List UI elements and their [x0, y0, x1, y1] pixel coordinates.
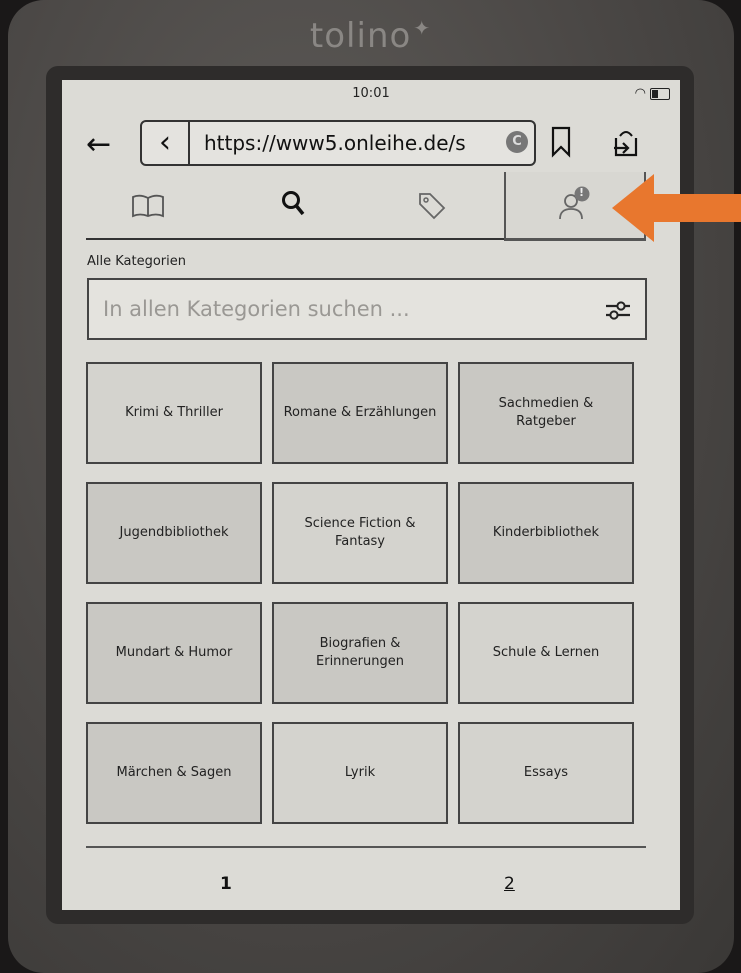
- page-1-link[interactable]: 1: [220, 874, 232, 894]
- category-tile[interactable]: Lyrik: [272, 722, 448, 824]
- search-icon: [282, 191, 305, 216]
- filter-icon[interactable]: [605, 298, 631, 322]
- page-2-link[interactable]: 2: [504, 874, 515, 894]
- wifi-icon: ◠: [634, 86, 646, 101]
- category-tile[interactable]: Kinderbibliothek: [458, 482, 634, 584]
- tab-bar: !: [86, 172, 646, 241]
- tab-search[interactable]: [226, 172, 366, 238]
- category-tile[interactable]: Jugendbibliothek: [86, 482, 262, 584]
- tab-tags[interactable]: [366, 172, 506, 238]
- category-tile[interactable]: Sachmedien & Ratgeber: [458, 362, 634, 464]
- tag-icon: [419, 193, 446, 220]
- tab-library[interactable]: [86, 172, 226, 238]
- pagination: 1 2: [86, 846, 646, 894]
- reload-icon[interactable]: C: [506, 131, 528, 153]
- url-text[interactable]: https://www5.onleihe.de/s: [204, 122, 504, 164]
- notification-badge: !: [579, 186, 585, 199]
- category-label: Alle Kategorien: [87, 254, 187, 269]
- search-field[interactable]: In allen Kategorien suchen ...: [87, 278, 647, 340]
- category-tile[interactable]: Biografien & Erinnerungen: [272, 602, 448, 704]
- category-tile[interactable]: Mundart & Humor: [86, 602, 262, 704]
- battery-icon: [650, 88, 670, 100]
- share-icon[interactable]: [610, 126, 640, 158]
- annotation-arrow-icon: [612, 174, 741, 242]
- user-icon: [559, 186, 590, 220]
- category-tile[interactable]: Märchen & Sagen: [86, 722, 262, 824]
- screen: 10:01 ◠ ← ‹ https://www5.onleihe.de/s C: [62, 80, 680, 910]
- category-tile[interactable]: Schule & Lernen: [458, 602, 634, 704]
- category-tile[interactable]: Essays: [458, 722, 634, 824]
- book-icon: [132, 194, 164, 218]
- bookmark-icon[interactable]: [550, 126, 572, 158]
- category-tile[interactable]: Krimi & Thriller: [86, 362, 262, 464]
- back-arrow-icon[interactable]: ←: [86, 130, 111, 160]
- url-back-button[interactable]: ‹: [142, 122, 190, 164]
- category-tile[interactable]: Science Fiction & Fantasy: [272, 482, 448, 584]
- clock: 10:01: [352, 86, 390, 101]
- brand-logo: tolino ✦: [309, 16, 432, 56]
- category-tile[interactable]: Romane & Erzählungen: [272, 362, 448, 464]
- search-placeholder: In allen Kategorien suchen ...: [103, 297, 410, 321]
- address-bar[interactable]: ‹ https://www5.onleihe.de/s C: [140, 120, 536, 166]
